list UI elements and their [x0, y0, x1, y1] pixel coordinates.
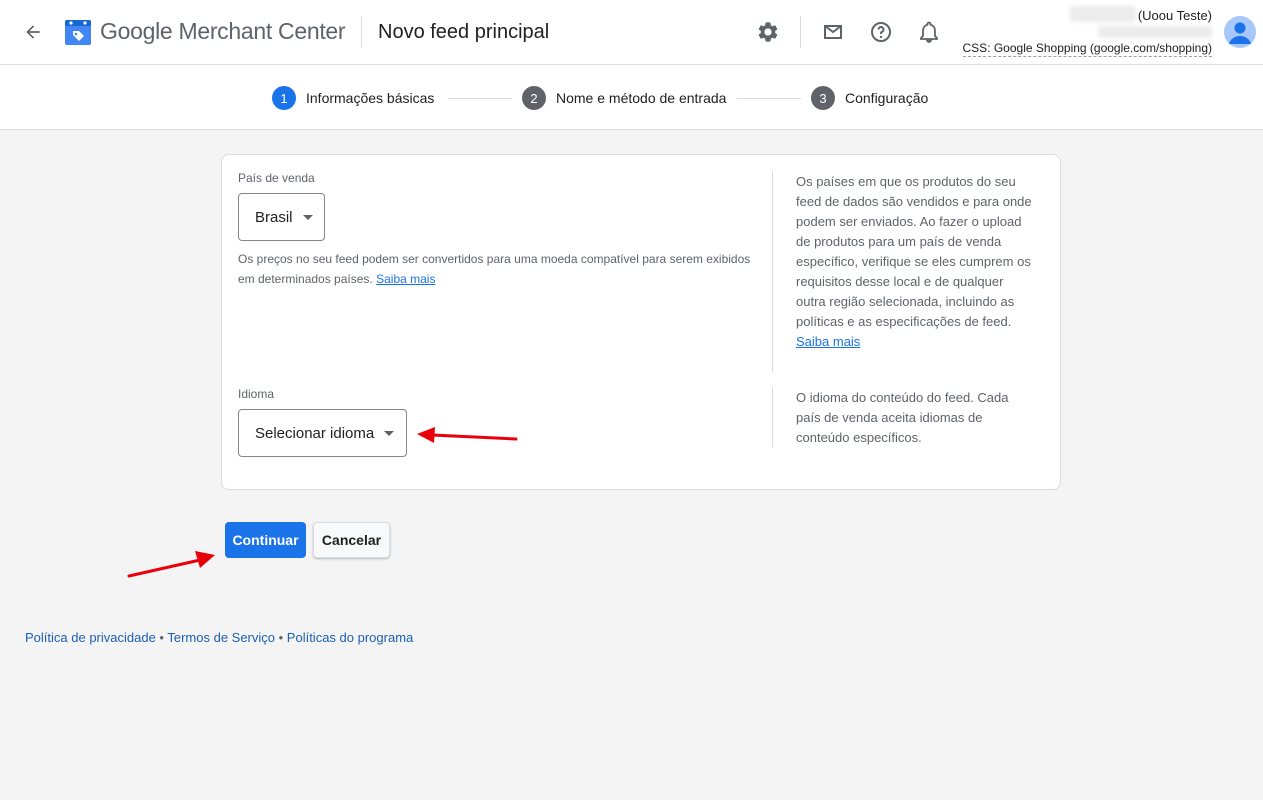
account-email-redacted	[1070, 6, 1136, 22]
country-select-value: Brasil	[255, 208, 293, 226]
avatar-icon[interactable]	[1224, 16, 1256, 48]
language-select[interactable]: Selecionar idioma	[238, 409, 407, 457]
help-icon[interactable]	[868, 19, 894, 45]
basic-info-card: País de venda Brasil Os preços no seu fe…	[221, 154, 1061, 490]
help-divider	[772, 387, 773, 447]
footer-separator: •	[275, 630, 287, 645]
country-help-link[interactable]: Saiba mais	[796, 334, 860, 349]
step-1: 1 Informações básicas	[272, 86, 434, 110]
settings-icon[interactable]	[755, 19, 781, 45]
country-label: País de venda	[238, 171, 315, 185]
country-help-text: Os países em que os produtos do seu feed…	[796, 174, 1032, 329]
notifications-icon[interactable]	[916, 19, 942, 45]
dropdown-caret-icon	[302, 214, 313, 220]
country-select[interactable]: Brasil	[238, 193, 325, 241]
account-css-selector[interactable]: CSS: Google Shopping (google.com/shoppin…	[962, 41, 1212, 57]
country-help: Os países em que os produtos do seu feed…	[796, 172, 1036, 352]
step-label: Configuração	[845, 90, 929, 106]
header-divider	[361, 16, 362, 48]
mail-icon[interactable]	[820, 19, 846, 45]
step-label: Informações básicas	[306, 90, 435, 106]
brand-google: Google	[100, 18, 173, 44]
language-help: O idioma do conteúdo do feed. Cada país …	[796, 390, 1009, 445]
step-label: Nome e método de entrada	[556, 90, 727, 106]
country-hint: Os preços no seu feed podem ser converti…	[238, 249, 758, 289]
step-connector	[448, 98, 512, 99]
annotation-arrow-language	[417, 427, 518, 443]
step-number: 2	[522, 86, 546, 110]
footer-link-program-policies[interactable]: Políticas do programa	[287, 630, 413, 645]
arrow-back-icon[interactable]	[18, 16, 48, 48]
cancel-button[interactable]: Cancelar	[313, 522, 390, 558]
language-select-value: Selecionar idioma	[255, 424, 375, 442]
annotation-arrow-continue	[127, 551, 215, 578]
language-label: Idioma	[238, 387, 275, 401]
merchant-center-logo-icon	[64, 18, 92, 46]
continue-button[interactable]: Continuar	[225, 522, 306, 558]
step-number: 3	[811, 86, 835, 110]
step-2: 2 Nome e método de entrada	[522, 86, 726, 110]
step-number: 1	[272, 86, 296, 110]
footer-links: Política de privacidade • Termos de Serv…	[25, 630, 413, 645]
account-id-redacted	[1098, 26, 1212, 38]
top-app-bar: Google Merchant Center Novo feed princip…	[0, 0, 1263, 65]
stepper: 1 Informações básicas 2 Nome e método de…	[0, 65, 1263, 130]
brand-name: Google Merchant Center	[100, 18, 346, 45]
footer-link-terms[interactable]: Termos de Serviço	[167, 630, 275, 645]
country-hint-text: Os preços no seu feed podem ser converti…	[238, 252, 751, 286]
help-divider	[772, 171, 773, 372]
dropdown-caret-icon	[384, 430, 395, 436]
page-title: Novo feed principal	[378, 21, 550, 43]
brand-product: Merchant Center	[178, 18, 346, 44]
icons-divider	[800, 16, 801, 48]
step-connector	[737, 98, 801, 99]
account-name: (Uoou Teste)	[1137, 8, 1212, 23]
country-hint-link[interactable]: Saiba mais	[376, 272, 435, 286]
step-3: 3 Configuração	[811, 86, 928, 110]
footer-link-privacy[interactable]: Política de privacidade	[25, 630, 156, 645]
footer-separator: •	[155, 630, 168, 645]
